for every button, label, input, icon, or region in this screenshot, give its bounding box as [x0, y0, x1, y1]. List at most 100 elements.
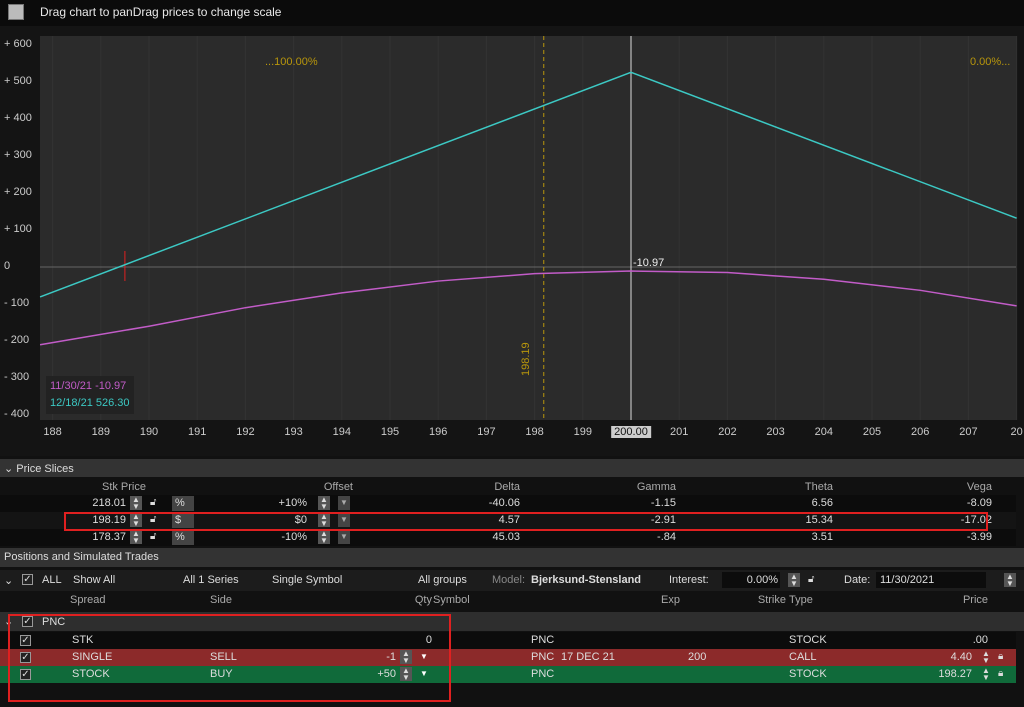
- y-tick-label: - 100: [4, 297, 30, 309]
- price-spinner[interactable]: ▲ ▼: [130, 496, 142, 511]
- price-value[interactable]: .00: [880, 634, 988, 646]
- offset-spinner[interactable]: ▲ ▼: [318, 496, 330, 511]
- x-tick-label: 190: [139, 426, 159, 438]
- col-type: Type: [789, 594, 813, 606]
- col-exp: Exp: [661, 594, 680, 606]
- price-spinner[interactable]: ▲ ▼: [980, 667, 992, 682]
- model-label: Model:: [492, 574, 526, 586]
- select-all-checkbox[interactable]: ✓: [22, 574, 33, 585]
- interest-spinner[interactable]: ▲ ▼: [788, 573, 800, 588]
- col-stk-price: Stk Price: [101, 481, 146, 493]
- price-slice-row[interactable]: 178.37 ▲ ▼ 🔓︎% -10% ▲ ▼ ▼ 45.03 -.84 3.51 -3.99: [0, 529, 1016, 546]
- x-tick-label: 191: [188, 426, 207, 438]
- lock-icon[interactable]: 🔒︎: [998, 668, 1007, 679]
- all-label: ALL: [42, 574, 62, 586]
- price-slices-header[interactable]: ⌄ Price Slices: [0, 459, 1024, 477]
- unlock-icon[interactable]: 🔓︎: [150, 497, 159, 508]
- y-tick-label: + 100: [4, 223, 32, 235]
- date-spinner[interactable]: ▲ ▼: [1004, 573, 1016, 588]
- current-price-label: 198.19: [520, 342, 532, 376]
- stk-price-value: 178.37: [92, 531, 126, 543]
- strike-value[interactable]: 200: [688, 651, 706, 663]
- x-tick-label: 194: [332, 426, 351, 438]
- type-value: STOCK: [789, 668, 827, 680]
- x-tick-label: 198: [525, 426, 544, 438]
- col-offset: Offset: [323, 481, 353, 493]
- x-tick-label: 207: [959, 426, 978, 438]
- interest-input[interactable]: 0.00%: [722, 572, 780, 588]
- price-slice-row[interactable]: 218.01 ▲ ▼ 🔓︎% +10% ▲ ▼ ▼ -40.06 -1.15 6.56 -8.09: [0, 495, 1016, 512]
- date-label: Date:: [844, 574, 871, 586]
- price-spinner[interactable]: ▲ ▼: [130, 530, 142, 545]
- delta-value: 45.03: [492, 531, 520, 543]
- y-tick-label: + 500: [4, 75, 32, 87]
- delta-value: -40.06: [488, 497, 520, 509]
- offset-unit-toggle[interactable]: %: [172, 496, 194, 511]
- symbol-value: PNC: [531, 668, 555, 680]
- gamma-value: -.84: [657, 531, 676, 543]
- type-value: CALL: [789, 651, 817, 663]
- x-tick-label: 20: [1010, 426, 1023, 438]
- stk-price-value: 218.01: [92, 497, 126, 509]
- x-tick-label: 203: [766, 426, 785, 438]
- chart-hint-title: Drag chart to panDrag prices to change s…: [40, 5, 282, 19]
- x-tick-label: 199: [573, 426, 592, 438]
- groups-filter[interactable]: All groups: [418, 574, 467, 586]
- chart-canvas[interactable]: [0, 26, 1024, 456]
- price-value[interactable]: 4.40: [880, 651, 972, 663]
- x-tick-label: 196: [429, 426, 448, 438]
- gamma-value: -1.15: [650, 497, 676, 509]
- price-value[interactable]: 198.27: [880, 668, 972, 680]
- x-tick-label: 201: [670, 426, 689, 438]
- series-filter[interactable]: All 1 Series: [183, 574, 239, 586]
- highlight-box: [64, 512, 988, 531]
- y-tick-label: + 200: [4, 186, 32, 198]
- col-side: Side: [210, 594, 233, 606]
- y-tick-label: - 400: [4, 408, 30, 420]
- type-value: STOCK: [789, 634, 827, 646]
- date-input[interactable]: 11/30/2021: [876, 572, 986, 588]
- positions-header[interactable]: Positions and Simulated Trades: [0, 548, 1024, 567]
- cursor-value-label: -10.97: [633, 257, 665, 269]
- legend-value: 526.30: [95, 397, 130, 409]
- unlock-icon[interactable]: 🔓︎: [808, 574, 817, 585]
- x-tick-label: 193: [284, 426, 303, 438]
- col-strike: Strike: [757, 594, 786, 606]
- offset-value: -10%: [281, 531, 307, 543]
- exp-value[interactable]: 17 DEC 21: [561, 651, 615, 663]
- offset-unit-toggle[interactable]: %: [172, 530, 194, 545]
- symbol-value: PNC: [531, 651, 555, 663]
- col-symbol: Symbol: [433, 594, 470, 606]
- lock-icon[interactable]: 🔒︎: [998, 651, 1007, 662]
- y-tick-label: + 300: [4, 149, 32, 161]
- x-tick-label: 200.00: [611, 426, 651, 438]
- filter-bar: ⌄ ✓ ALL Show All All 1 Series Single Sym…: [0, 570, 1024, 591]
- chart-icon[interactable]: [8, 4, 24, 20]
- symbol-value: PNC: [531, 634, 555, 646]
- model-select[interactable]: Bjerksund-Stensland: [531, 574, 641, 586]
- unlock-icon[interactable]: 🔓︎: [150, 531, 159, 542]
- price-spinner[interactable]: ▲ ▼: [980, 650, 992, 665]
- y-tick-label: - 300: [4, 371, 30, 383]
- offset-dropdown[interactable]: ▼: [338, 530, 350, 544]
- y-tick-label: 0: [4, 260, 11, 272]
- interest-label: Interest:: [669, 574, 709, 586]
- x-tick-label: 206: [911, 426, 930, 438]
- col-qty: Qty: [414, 594, 432, 606]
- col-theta: Theta: [804, 481, 833, 493]
- col-price: Price: [962, 594, 988, 606]
- legend-date: 11/30/21: [50, 380, 93, 392]
- risk-profile-chart[interactable]: + 600 + 500 + 400 + 300 + 200 + 100 0 - 100 - 20…: [0, 26, 1024, 456]
- theta-value: 6.56: [811, 497, 833, 509]
- offset-spinner[interactable]: ▲ ▼: [318, 530, 330, 545]
- right-percent-label: 0.00%...: [970, 56, 1011, 68]
- show-filter[interactable]: Show All: [73, 574, 115, 586]
- price-slices-title: Price Slices: [16, 463, 74, 475]
- offset-dropdown[interactable]: ▼: [338, 496, 350, 510]
- col-spread: Spread: [70, 594, 106, 606]
- symbol-filter[interactable]: Single Symbol: [272, 574, 342, 586]
- x-tick-label: 197: [477, 426, 496, 438]
- positions-title: Positions and Simulated Trades: [4, 551, 159, 563]
- left-percent-label: ...100.00%: [265, 56, 318, 68]
- y-tick-label: + 400: [4, 112, 32, 124]
